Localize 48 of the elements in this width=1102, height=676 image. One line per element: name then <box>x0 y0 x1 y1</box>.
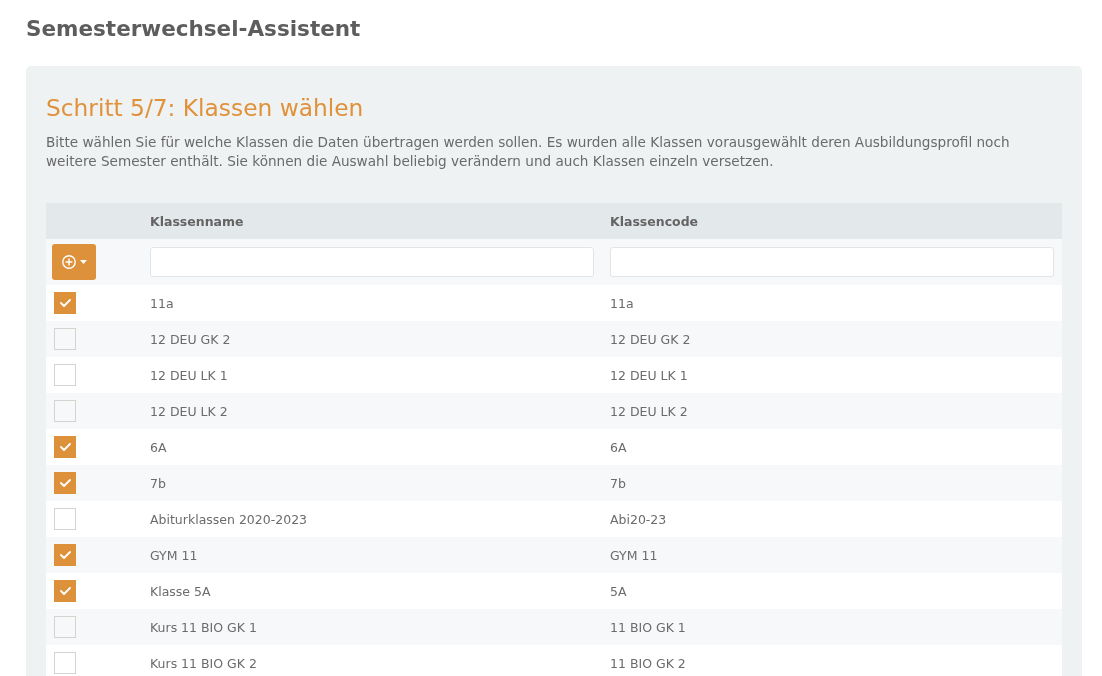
class-code: 7b <box>610 475 626 491</box>
checkmark-icon <box>59 443 71 451</box>
class-name: Abiturklassen 2020-2023 <box>150 511 308 527</box>
page-title: Semesterwechsel-Assistent <box>26 15 362 43</box>
class-name: GYM 11 <box>150 547 198 563</box>
row-checkbox[interactable] <box>54 436 76 458</box>
row-checkbox[interactable] <box>54 580 76 602</box>
filter-input[interactable] <box>150 247 594 277</box>
checkmark-icon <box>59 479 71 487</box>
class-code: GYM 11 <box>610 547 658 563</box>
class-name: 12 DEU GK 2 <box>150 331 231 347</box>
class-name: 12 DEU LK 1 <box>150 367 228 383</box>
row-checkbox[interactable] <box>54 616 76 638</box>
checkmark-icon <box>59 587 71 595</box>
step-title: Schritt 5/7: Klassen wählen <box>46 93 365 123</box>
checkmark-icon <box>59 299 71 307</box>
class-code: 11a <box>610 295 634 311</box>
plus-circle-icon <box>61 255 76 269</box>
row-checkbox[interactable] <box>54 652 76 674</box>
class-name: Kurs 11 BIO GK 2 <box>150 655 257 671</box>
class-name: Klasse 5A <box>150 583 211 599</box>
class-code: Abi20-23 <box>610 511 667 527</box>
class-name: 12 DEU LK 2 <box>150 403 228 419</box>
row-checkbox[interactable] <box>54 472 76 494</box>
class-name: Kurs 11 BIO GK 1 <box>150 619 257 635</box>
row-checkbox[interactable] <box>54 364 76 386</box>
checkmark-icon <box>59 551 71 559</box>
row-checkbox[interactable] <box>54 508 76 530</box>
row-checkbox[interactable] <box>54 544 76 566</box>
class-name: 6A <box>150 439 167 455</box>
class-code: 5A <box>610 583 627 599</box>
column-header: Klassencode <box>610 213 699 229</box>
caret-icon <box>79 260 87 264</box>
class-code: 12 DEU LK 1 <box>610 367 688 383</box>
class-code: 11 BIO GK 1 <box>610 619 686 635</box>
class-name: 7b <box>150 475 166 491</box>
row-checkbox[interactable] <box>54 400 76 422</box>
class-code: 6A <box>610 439 627 455</box>
filter-input[interactable] <box>610 247 1054 277</box>
row-checkbox[interactable] <box>54 328 76 350</box>
class-name: 11a <box>150 295 174 311</box>
step-description: Bitte wählen Sie für welche Klassen die Daten übertragen werden sollen. Es wurden alle Klassen vorausgewählt deren Ausbildungsprofil noch weitere Semester enthält. Sie können die Auswahl beliebig verändern und auch Klassen einzeln versetzen. <box>46 133 1011 171</box>
class-code: 12 DEU LK 2 <box>610 403 688 419</box>
row-checkbox[interactable] <box>54 292 76 314</box>
add-menu-button[interactable] <box>52 244 96 280</box>
class-code: 11 BIO GK 2 <box>610 655 686 671</box>
class-code: 12 DEU GK 2 <box>610 331 691 347</box>
column-header: Klassenname <box>150 213 244 229</box>
